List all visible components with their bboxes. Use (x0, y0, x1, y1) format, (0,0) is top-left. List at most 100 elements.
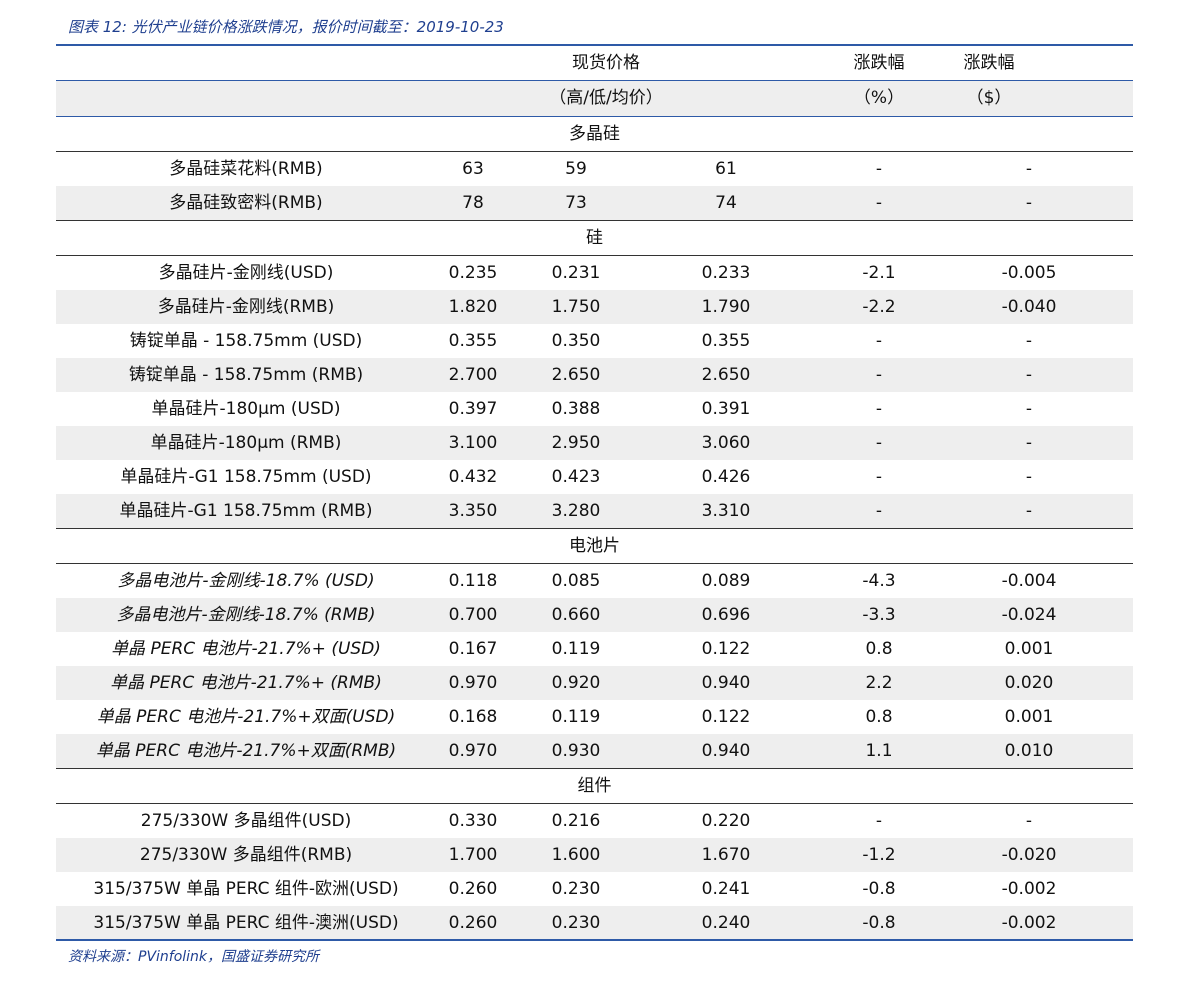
cell-abs: 0.010 (1004, 741, 1054, 761)
cell-avg: 0.220 (701, 811, 751, 831)
cell-pct: 0.8 (865, 639, 893, 659)
section-header: 硅 (56, 221, 1133, 256)
cell-abs: 0.001 (1004, 639, 1054, 659)
cell-high: 3.100 (448, 433, 498, 453)
cell-low: 2.950 (551, 433, 601, 453)
cell-high: 1.820 (448, 297, 498, 317)
cell-low: 1.750 (551, 297, 601, 317)
cell-low: 0.119 (551, 639, 601, 659)
cell-pct: - (875, 399, 883, 419)
cell-low: 0.231 (551, 263, 601, 283)
cell-low: 0.388 (551, 399, 601, 419)
table-row: 铸锭单晶 - 158.75mm (RMB) 2.700 2.650 2.650 - - (56, 358, 1133, 392)
cell-avg: 0.940 (701, 673, 751, 693)
cell-name: 铸锭单晶 - 158.75mm (USD) (129, 331, 363, 351)
cell-low: 0.930 (551, 741, 601, 761)
cell-name: 单晶 PERC 电池片-21.7%+ (USD) (111, 639, 381, 659)
table-row: 多晶硅致密料(RMB) 78 73 74 - - (56, 186, 1133, 221)
table-caption: 图表 12: 光伏产业链价格涨跌情况，报价时间截至：2019-10-23 (68, 18, 504, 36)
cell-low: 2.650 (551, 365, 601, 385)
cell-low: 0.216 (551, 811, 601, 831)
table-row: 单晶 PERC 电池片-21.7%+ (USD) 0.167 0.119 0.122 0… (56, 632, 1133, 666)
cell-pct: - (875, 501, 883, 521)
cell-name: 单晶硅片-G1 158.75mm (USD) (120, 467, 372, 487)
cell-abs: - (1025, 501, 1033, 521)
cell-avg: 0.122 (701, 639, 751, 659)
cell-pct: - (875, 193, 883, 213)
cell-pct: -1.2 (862, 845, 896, 865)
cell-name: 单晶 PERC 电池片-21.7%+双面(RMB) (95, 741, 397, 761)
header-row-2: （高/低/均价） （%） （$） (56, 80, 1133, 117)
cell-high: 0.260 (448, 913, 498, 933)
cell-low: 0.350 (551, 331, 601, 351)
table-row: 315/375W 单晶 PERC 组件-澳洲(USD) 0.260 0.230 0.2… (56, 906, 1133, 940)
cell-low: 3.280 (551, 501, 601, 521)
cell-high: 0.330 (448, 811, 498, 831)
table-row: 单晶硅片-G1 158.75mm (USD) 0.432 0.423 0.426 - - (56, 460, 1133, 494)
cell-abs: -0.040 (1001, 297, 1057, 317)
cell-abs: -0.024 (1001, 605, 1057, 625)
cell-low: 0.230 (551, 879, 601, 899)
table-row: 单晶硅片-G1 158.75mm (RMB) 3.350 3.280 3.310 - - (56, 494, 1133, 529)
cell-high: 0.167 (448, 639, 498, 659)
cell-pct: -0.8 (862, 913, 896, 933)
cell-name: 多晶硅致密料(RMB) (169, 193, 323, 213)
cell-name: 多晶硅菜花料(RMB) (169, 159, 323, 179)
table-row: 单晶硅片-180μm (RMB) 3.100 2.950 3.060 - - (56, 426, 1133, 460)
cell-pct: 0.8 (865, 707, 893, 727)
cell-avg: 74 (715, 193, 737, 213)
header-row-1: 现货价格 涨跌幅 涨跌幅 (56, 46, 1133, 80)
cell-high: 0.118 (448, 571, 498, 591)
cell-high: 2.700 (448, 365, 498, 385)
cell-avg: 1.790 (701, 297, 751, 317)
cell-high: 1.700 (448, 845, 498, 865)
cell-high: 0.432 (448, 467, 498, 487)
table-row: 单晶硅片-180μm (USD) 0.397 0.388 0.391 - - (56, 392, 1133, 426)
cell-abs: - (1025, 467, 1033, 487)
cell-avg: 3.060 (701, 433, 751, 453)
cell-abs: -0.002 (1001, 879, 1057, 899)
cell-avg: 0.240 (701, 913, 751, 933)
section-header: 组件 (56, 769, 1133, 804)
cell-name: 单晶硅片-G1 158.75mm (RMB) (119, 501, 373, 521)
cell-low: 0.660 (551, 605, 601, 625)
header-spot-price: 现货价格 (572, 53, 640, 73)
cell-abs: - (1025, 365, 1033, 385)
cell-abs: - (1025, 193, 1033, 213)
cell-avg: 0.391 (701, 399, 751, 419)
cell-abs: - (1025, 159, 1033, 179)
cell-abs: - (1025, 433, 1033, 453)
cell-low: 59 (565, 159, 587, 179)
cell-pct: 1.1 (865, 741, 893, 761)
cell-high: 0.235 (448, 263, 498, 283)
cell-avg: 0.426 (701, 467, 751, 487)
cell-high: 3.350 (448, 501, 498, 521)
cell-abs: -0.005 (1001, 263, 1057, 283)
cell-avg: 61 (715, 159, 737, 179)
cell-name: 多晶硅片-金刚线(RMB) (157, 297, 335, 317)
cell-name: 275/330W 多晶组件(RMB) (139, 845, 353, 865)
cell-pct: -2.2 (862, 297, 896, 317)
cell-low: 0.423 (551, 467, 601, 487)
header-change-usd: 涨跌幅 (963, 53, 1015, 73)
cell-name: 多晶硅片-金刚线(USD) (158, 263, 334, 283)
cell-pct: - (875, 467, 883, 487)
cell-abs: - (1025, 811, 1033, 831)
cell-name: 315/375W 单晶 PERC 组件-欧洲(USD) (93, 879, 399, 899)
cell-pct: - (875, 811, 883, 831)
bottom-rule (56, 939, 1133, 941)
header-change-pct: 涨跌幅 (853, 53, 905, 73)
table-row: 275/330W 多晶组件(USD) 0.330 0.216 0.220 - - (56, 804, 1133, 838)
cell-avg: 1.670 (701, 845, 751, 865)
header-usd-unit: （$） (966, 88, 1012, 108)
source-note: 资料来源：PVinfolink，国盛证券研究所 (68, 949, 320, 965)
section-header: 电池片 (56, 529, 1133, 564)
cell-avg: 2.650 (701, 365, 751, 385)
price-table: 现货价格 涨跌幅 涨跌幅 （高/低/均价） （%） （$） 多晶硅 多晶硅菜花料(… (56, 44, 1133, 940)
cell-abs: -0.020 (1001, 845, 1057, 865)
table-row: 275/330W 多晶组件(RMB) 1.700 1.600 1.670 -1.2 -0.… (56, 838, 1133, 872)
cell-name: 单晶 PERC 电池片-21.7%+ (RMB) (110, 673, 382, 693)
cell-high: 0.700 (448, 605, 498, 625)
cell-name: 单晶 PERC 电池片-21.7%+双面(USD) (96, 707, 396, 727)
cell-low: 1.600 (551, 845, 601, 865)
